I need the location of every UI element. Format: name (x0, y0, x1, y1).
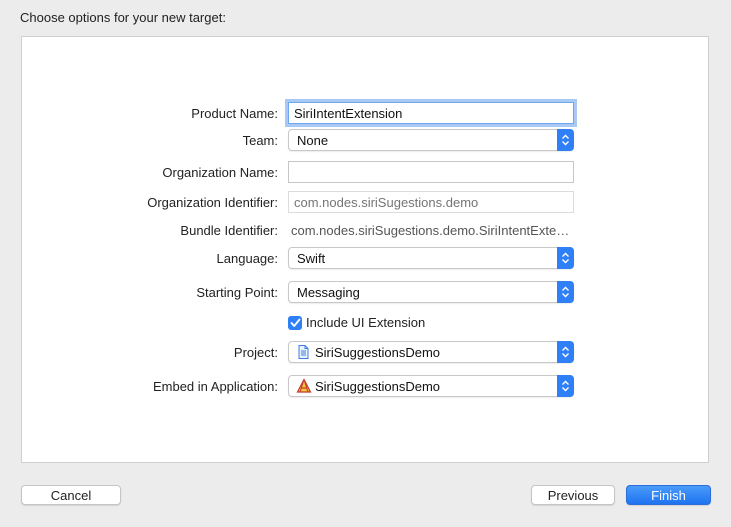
product-name-input[interactable] (288, 102, 574, 124)
project-file-icon (296, 344, 311, 360)
starting-point-popup-stepper-icon (557, 281, 574, 303)
app-target-icon (296, 378, 312, 394)
team-popup[interactable]: None (288, 129, 574, 151)
team-label: Team: (242, 133, 278, 148)
product-name-row: Product Name: (22, 102, 708, 126)
embed-in-application-label: Embed in Application: (152, 379, 278, 394)
include-ui-extension-label[interactable]: Include UI Extension (306, 315, 425, 330)
organization-identifier-input[interactable] (288, 191, 574, 213)
team-popup-stepper-icon (557, 129, 574, 151)
project-value: SiriSuggestionsDemo (315, 345, 441, 360)
embed-in-application-popup-stepper-icon (557, 375, 574, 397)
product-name-label: Product Name: (191, 106, 278, 121)
cancel-button[interactable]: Cancel (21, 485, 121, 505)
starting-point-row: Starting Point: Messaging (22, 281, 708, 305)
language-row: Language: Swift (22, 247, 708, 271)
checkmark-icon (290, 318, 300, 327)
organization-name-row: Organization Name: (22, 161, 708, 185)
starting-point-label: Starting Point: (196, 285, 278, 300)
bundle-identifier-label: Bundle Identifier: (180, 223, 278, 238)
team-value: None (297, 133, 329, 148)
project-popup-stepper-icon (557, 341, 574, 363)
starting-point-popup[interactable]: Messaging (288, 281, 574, 303)
organization-identifier-label: Organization Identifier: (147, 195, 278, 210)
bundle-identifier-row: Bundle Identifier: com.nodes.siriSugesti… (22, 219, 708, 243)
options-panel: Product Name: Team: None Organization Na… (21, 36, 709, 463)
starting-point-value: Messaging (297, 285, 360, 300)
language-popup-stepper-icon (557, 247, 574, 269)
bundle-identifier-value: com.nodes.siriSugestions.demo.SiriIntent… (291, 223, 573, 238)
embed-in-application-value: SiriSuggestionsDemo (315, 379, 441, 394)
project-label: Project: (233, 345, 278, 360)
language-label: Language: (216, 251, 278, 266)
project-row: Project: SiriSuggestionsDemo (22, 341, 708, 365)
embed-in-application-row: Embed in Application: SiriSuggestionsDem… (22, 375, 708, 399)
embed-in-application-popup[interactable]: SiriSuggestionsDemo (288, 375, 574, 397)
finish-button[interactable]: Finish (626, 485, 711, 505)
include-ui-extension-checkbox[interactable] (288, 316, 302, 330)
organization-name-label: Organization Name: (162, 165, 278, 180)
organization-name-input[interactable] (288, 161, 574, 183)
project-popup[interactable]: SiriSuggestionsDemo (288, 341, 574, 363)
dialog-title: Choose options for your new target: (20, 10, 226, 25)
organization-identifier-row: Organization Identifier: (22, 191, 708, 215)
language-value: Swift (297, 251, 326, 266)
language-popup[interactable]: Swift (288, 247, 574, 269)
team-row: Team: None (22, 129, 708, 153)
previous-button[interactable]: Previous (531, 485, 615, 505)
